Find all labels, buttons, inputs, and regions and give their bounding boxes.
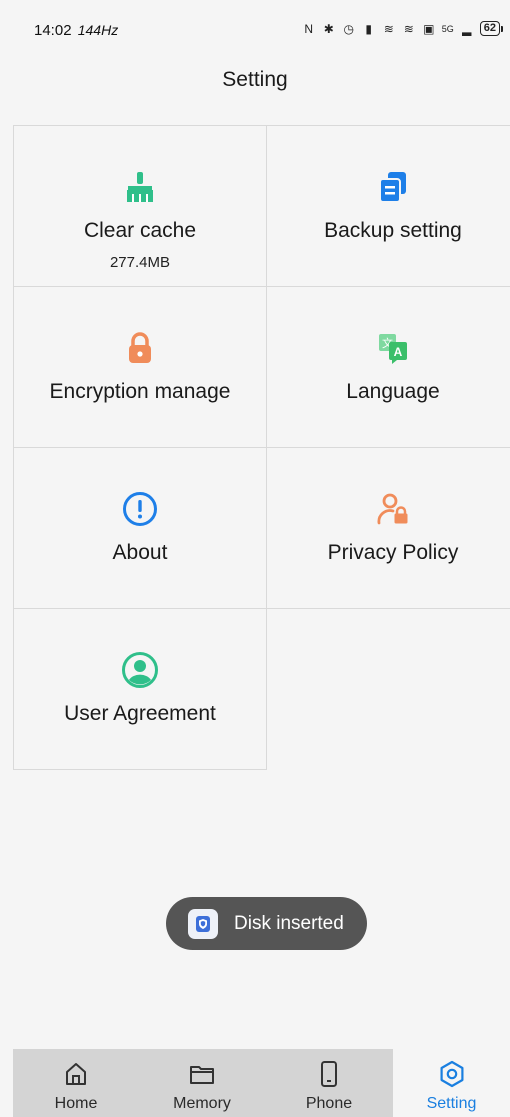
shield-app-icon — [188, 908, 218, 939]
home-icon — [61, 1059, 91, 1089]
toast-notification: Disk inserted — [166, 897, 367, 950]
battery-indicator: 62 — [479, 21, 504, 36]
clear-cache-tile[interactable]: Clear cache 277.4MB — [13, 125, 267, 287]
page-title: Setting — [222, 68, 288, 91]
about-tile[interactable]: About — [13, 447, 267, 609]
nav-memory[interactable]: Memory — [139, 1049, 265, 1117]
refresh-rate-text: 144Hz — [77, 22, 119, 38]
nav-setting-label: Setting — [426, 1095, 477, 1112]
broom-icon — [121, 168, 159, 206]
svg-text:A: A — [394, 345, 403, 359]
alarm-icon: ◷ — [343, 21, 354, 36]
info-icon — [121, 490, 159, 528]
wifi-icon: ≋ — [383, 21, 394, 36]
nav-setting[interactable]: Setting — [393, 1049, 510, 1117]
bottom-nav: Home Memory Phone Setting — [13, 1049, 510, 1117]
about-label: About — [112, 541, 168, 564]
nfc-icon: N — [304, 21, 314, 36]
nav-phone-label: Phone — [305, 1095, 353, 1112]
language-label: Language — [346, 380, 440, 403]
nav-home-label: Home — [54, 1095, 98, 1112]
copy-icon — [374, 168, 412, 206]
nav-phone[interactable]: Phone — [265, 1049, 393, 1117]
backup-setting-tile[interactable]: Backup setting — [266, 125, 510, 287]
toast-text: Disk inserted — [234, 912, 344, 934]
privacy-policy-tile[interactable]: Privacy Policy — [266, 447, 510, 609]
network-type: 5G — [441, 23, 454, 34]
clock-text: 14:02 — [34, 22, 72, 39]
cache-size: 277.4MB — [109, 254, 171, 271]
nav-home[interactable]: Home — [13, 1049, 139, 1117]
status-bar: 14:02 144Hz N ✱ ◷ ▮ ≋ ≋ ▣ 5G ▂ 62 — [0, 0, 510, 60]
translate-icon: 文 A — [374, 329, 412, 367]
status-icons: N ✱ ◷ ▮ ≋ ≋ ▣ 5G ▂ 62 — [302, 21, 504, 36]
phone-icon — [314, 1059, 344, 1089]
nav-memory-label: Memory — [173, 1095, 231, 1112]
backup-setting-label: Backup setting — [324, 219, 462, 242]
signal-icon: ▂ — [462, 21, 472, 36]
privacy-policy-label: Privacy Policy — [327, 541, 459, 564]
language-tile[interactable]: 文 A Language — [266, 286, 510, 448]
clear-cache-label: Clear cache — [83, 219, 197, 242]
user-agreement-tile[interactable]: User Agreement — [13, 608, 267, 770]
status-time: 14:02 144Hz — [34, 22, 118, 39]
user-agreement-label: User Agreement — [64, 702, 216, 725]
lock-icon — [121, 329, 159, 367]
user-lock-icon — [374, 490, 412, 528]
vibrate-icon: ▮ — [365, 21, 373, 36]
bluetooth-icon: ✱ — [323, 21, 334, 36]
user-circle-icon — [121, 651, 159, 689]
encryption-manage-tile[interactable]: Encryption manage — [13, 286, 267, 448]
wifi-secondary-icon: ≋ — [403, 21, 414, 36]
hd-icon: ▣ — [423, 21, 435, 36]
encryption-manage-label: Encryption manage — [49, 380, 231, 403]
hexagon-settings-icon — [437, 1059, 467, 1089]
folder-icon — [187, 1059, 217, 1089]
